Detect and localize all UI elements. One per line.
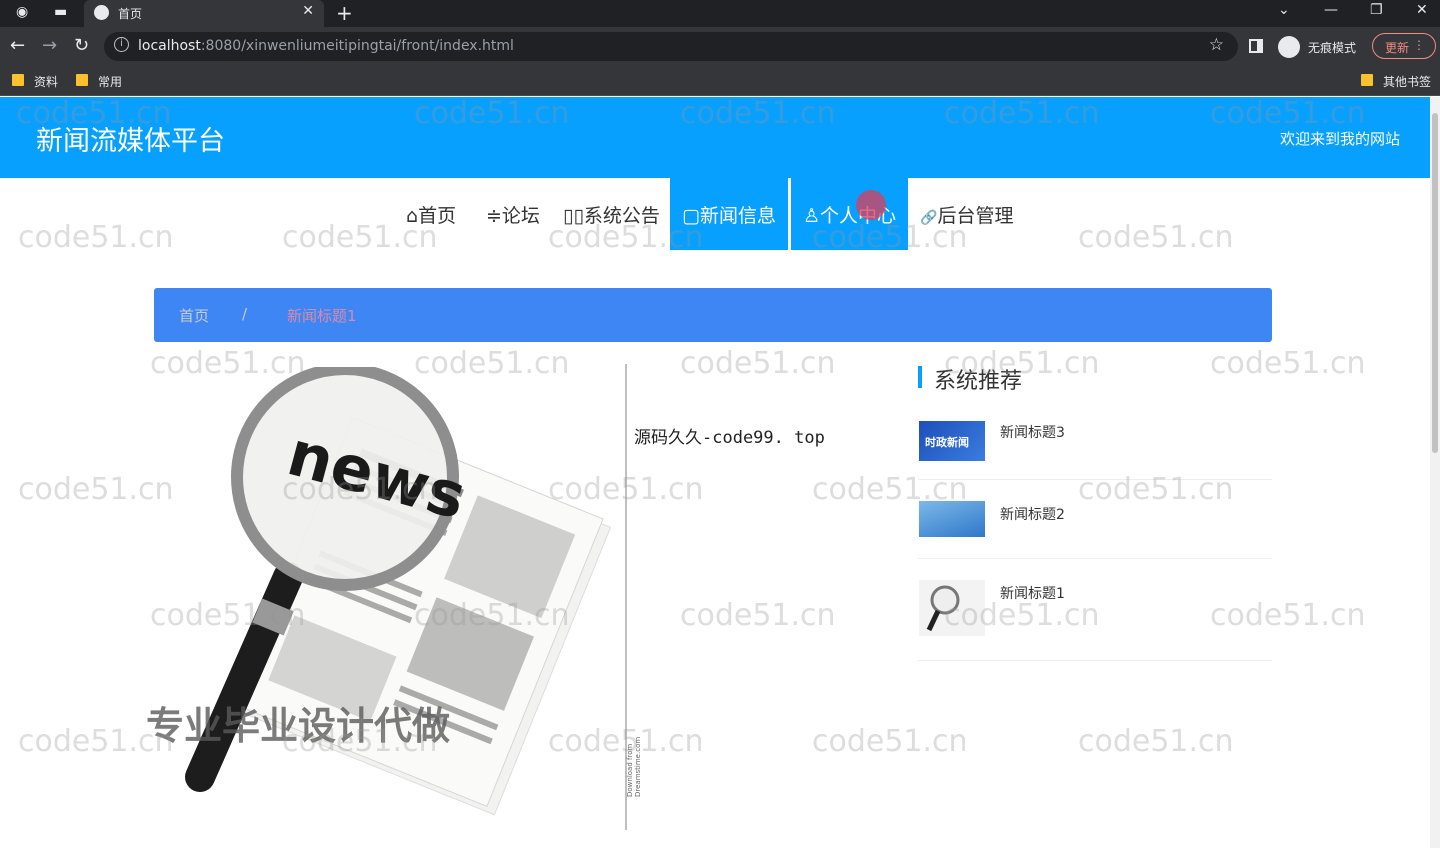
bookmark-star-icon[interactable]: ☆ [1209, 35, 1224, 55]
news-title[interactable]: 新闻标题3 [1000, 422, 1065, 442]
image-caption: 专业毕业设计代做 [146, 704, 451, 748]
nav-news[interactable]: ▢新闻信息 [670, 178, 788, 250]
breadcrumb-home[interactable]: 首页 [179, 305, 209, 326]
list-item[interactable]: 时政新闻 新闻标题3 [918, 419, 1272, 480]
breadcrumb-separator: / [242, 305, 248, 323]
magnifier-icon [926, 585, 960, 632]
article-title: 源码久久-code99. top [634, 428, 825, 448]
nav-label: 新闻信息 [699, 205, 776, 227]
news-title[interactable]: 新闻标题1 [1000, 583, 1065, 603]
nav-label: 后台管理 [937, 205, 1014, 227]
link-icon: 🔗 [920, 210, 938, 226]
nav-label: 论坛 [501, 205, 540, 227]
url-host: localhost [138, 38, 201, 54]
menu-dots-icon[interactable]: ⋮ [1413, 38, 1425, 52]
nav-profile[interactable]: ♙个人中心 [791, 178, 908, 250]
news-thumbnail[interactable] [919, 580, 985, 636]
window-icon[interactable]: ▬ [54, 4, 67, 20]
bookmark-folder[interactable]: 常用 [76, 73, 122, 90]
announcement-icon: ▯▯ [563, 205, 584, 227]
nav-label: 系统公告 [583, 205, 660, 227]
update-label: 更新 [1385, 41, 1410, 55]
site-title: 新闻流媒体平台 [36, 126, 225, 157]
nav-admin[interactable]: 🔗后台管理 [920, 178, 1013, 250]
favicon-icon [94, 5, 109, 20]
close-window-icon[interactable]: ✕ [1416, 2, 1428, 18]
tab-title: 首页 [118, 7, 143, 21]
browser-tab-bar: ◉ ▬ 首页 ✕ + ⌄ — ❐ ✕ [0, 0, 1440, 27]
restore-icon[interactable]: ❐ [1370, 2, 1383, 18]
list-item[interactable]: 新闻标题2 [918, 481, 1272, 559]
forward-icon[interactable]: → [42, 35, 57, 56]
close-icon[interactable]: ✕ [302, 3, 314, 19]
web-page: 新闻流媒体平台 欢迎来到我的网站 ⌂首页 ≑论坛 ▯▯系统公告 ▢新闻信息 ♙个… [0, 97, 1440, 848]
browser-tab[interactable]: 首页 ✕ [84, 0, 324, 27]
chevron-down-icon[interactable]: ⌄ [1278, 2, 1290, 18]
incognito-icon[interactable] [1278, 36, 1300, 58]
news-thumbnail[interactable]: 时政新闻 [919, 421, 985, 461]
main-nav: ⌂首页 ≑论坛 ▯▯系统公告 ▢新闻信息 ♙个人中心 🔗后台管理 [0, 178, 1430, 250]
home-icon: ⌂ [406, 205, 419, 227]
url-path: :8080/xinwenliumeitipingtai/front/index.… [200, 38, 514, 54]
nav-home[interactable]: ⌂首页 [406, 178, 456, 250]
news-icon: ▢ [682, 205, 700, 227]
recommend-panel: 系统推荐 时政新闻 新闻标题3 新闻标题2 新闻标题1 [918, 363, 1272, 661]
url-input[interactable]: i localhost:8080/xinwenliumeitipingtai/f… [104, 32, 1238, 61]
new-tab-icon[interactable]: + [336, 1, 353, 25]
nav-forum[interactable]: ≑论坛 [486, 178, 540, 250]
scrollbar[interactable] [1430, 97, 1440, 848]
incognito-label: 无痕模式 [1308, 41, 1357, 55]
reload-icon[interactable]: ↻ [74, 35, 89, 56]
click-indicator [856, 190, 886, 220]
image-watermark: Download from Dreamstime.com [626, 736, 642, 797]
nav-announcements[interactable]: ▯▯系统公告 [563, 178, 660, 250]
news-thumbnail[interactable] [919, 501, 985, 537]
news-title[interactable]: 新闻标题2 [1000, 504, 1065, 524]
forum-icon: ≑ [486, 205, 502, 227]
address-bar: ← → ↻ i localhost:8080/xinwenliumeitipin… [0, 27, 1440, 65]
info-icon[interactable]: i [114, 37, 129, 52]
bookmark-folder[interactable]: 资料 [12, 73, 58, 90]
welcome-text: 欢迎来到我的网站 [1279, 130, 1400, 148]
update-button[interactable]: 更新 ⋮ [1372, 33, 1436, 59]
side-panel-icon[interactable] [1249, 39, 1263, 53]
news-image: news [185, 367, 612, 816]
breadcrumb-current: 新闻标题1 [287, 307, 357, 325]
minimize-icon[interactable]: — [1324, 2, 1338, 18]
scrollbar-thumb[interactable] [1432, 113, 1438, 453]
recommend-heading: 系统推荐 [918, 363, 1272, 394]
other-bookmarks[interactable]: 其他书签 [1361, 73, 1431, 90]
list-item[interactable]: 新闻标题1 [918, 560, 1272, 661]
user-icon: ♙ [802, 205, 821, 227]
bookmarks-bar: 资料 常用 其他书签 [0, 65, 1440, 96]
site-header: 新闻流媒体平台 欢迎来到我的网站 [0, 97, 1430, 178]
back-icon[interactable]: ← [10, 35, 25, 56]
nav-label: 首页 [418, 205, 457, 227]
breadcrumb: 首页 / 新闻标题1 [154, 288, 1272, 342]
globe-icon[interactable]: ◉ [16, 4, 28, 20]
